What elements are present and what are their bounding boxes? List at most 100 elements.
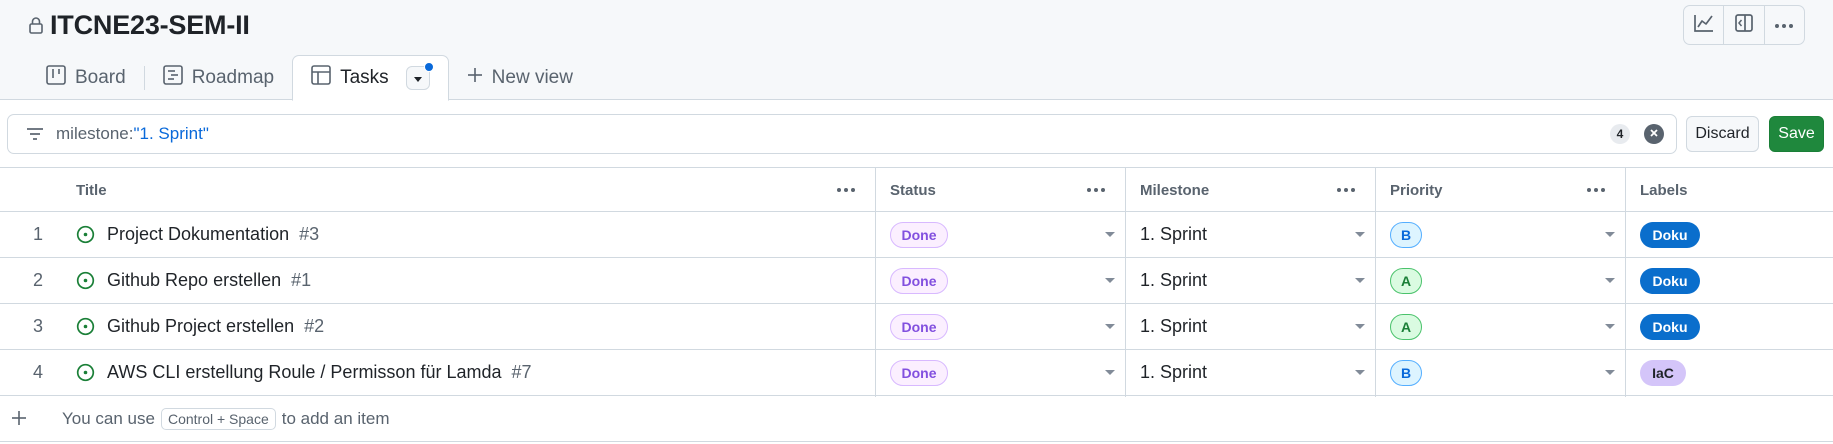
status-badge: Done — [890, 267, 948, 294]
priority-cell[interactable]: B — [1390, 212, 1422, 257]
filter-query-value: "1. Sprint" — [133, 124, 209, 143]
issue-number: #2 — [304, 316, 325, 336]
add-item-row[interactable]: You can use Control + Space to add an it… — [0, 396, 1833, 442]
priority-cell[interactable]: A — [1390, 258, 1422, 303]
priority-cell[interactable]: A — [1390, 304, 1422, 349]
column-header-priority[interactable]: Priority — [1376, 168, 1626, 212]
issue-title-link[interactable]: Github Project erstellen — [107, 316, 294, 337]
kebab-horizontal-icon — [1586, 180, 1606, 197]
priority-badge: B — [1390, 221, 1422, 248]
status-dropdown-icon[interactable] — [1105, 370, 1115, 375]
column-header-milestone[interactable]: Milestone — [1126, 168, 1376, 212]
discard-button[interactable]: Discard — [1686, 116, 1759, 152]
side-panel-button[interactable] — [1724, 6, 1765, 44]
filter-result-count: 4 — [1610, 124, 1630, 144]
issue-title-link[interactable]: Project Dokumentation — [107, 224, 289, 245]
save-button[interactable]: Save — [1769, 116, 1824, 152]
priority-cell[interactable]: B — [1390, 350, 1422, 395]
clear-filter-button[interactable] — [1644, 124, 1664, 144]
unsaved-changes-indicator — [423, 62, 434, 72]
issue-opened-icon — [76, 363, 95, 382]
priority-dropdown-icon[interactable] — [1605, 324, 1615, 329]
label-badge: IaC — [1640, 359, 1686, 386]
status-dropdown-icon[interactable] — [1105, 278, 1115, 283]
table-icon — [311, 65, 331, 91]
column-divider[interactable] — [1125, 167, 1126, 397]
insights-icon — [1693, 14, 1714, 37]
keyboard-shortcut: Control + Space — [160, 407, 276, 430]
column-header-status[interactable]: Status — [876, 168, 1126, 212]
table-row[interactable]: 2 Github Repo erstellen #1 Done 1. Sprin… — [0, 258, 1833, 304]
priority-dropdown-icon[interactable] — [1605, 278, 1615, 283]
column-header-labels[interactable]: Labels — [1626, 168, 1833, 212]
title-cell[interactable]: Project Dokumentation #3 — [76, 212, 319, 257]
issue-opened-icon — [76, 225, 95, 244]
status-dropdown-icon[interactable] — [1105, 232, 1115, 237]
milestone-dropdown-icon[interactable] — [1355, 278, 1365, 283]
view-options-button[interactable] — [405, 62, 434, 90]
column-divider[interactable] — [875, 167, 876, 397]
title-cell[interactable]: Github Repo erstellen #1 — [76, 258, 311, 303]
tab-roadmap-label: Roadmap — [191, 67, 275, 88]
add-item-suffix: to add an item — [281, 408, 390, 428]
tab-board[interactable]: Board — [28, 55, 144, 101]
row-number: 1 — [32, 224, 43, 244]
table-header: Title Status Milestone Priority Labels — [0, 167, 1833, 212]
table-row[interactable]: 4 AWS CLI erstellung Roule / Permisson f… — [0, 350, 1833, 396]
column-divider[interactable] — [1625, 167, 1626, 397]
milestone-dropdown-icon[interactable] — [1355, 324, 1365, 329]
status-cell[interactable]: Done — [890, 304, 948, 349]
milestone-cell[interactable]: 1. Sprint — [1140, 258, 1207, 303]
column-menu-button[interactable] — [1586, 180, 1606, 197]
labels-cell[interactable]: Doku — [1640, 258, 1700, 303]
title-cell[interactable]: AWS CLI erstellung Roule / Permisson für… — [76, 350, 532, 395]
filter-input[interactable]: milestone: "1. Sprint" 4 — [7, 114, 1677, 154]
header-actions — [1683, 5, 1805, 45]
insights-button[interactable] — [1684, 6, 1725, 44]
column-menu-button[interactable] — [836, 180, 856, 197]
new-view-button[interactable]: New view — [449, 55, 591, 101]
board-icon — [46, 65, 66, 91]
priority-dropdown-icon[interactable] — [1605, 370, 1615, 375]
milestone-cell[interactable]: 1. Sprint — [1140, 350, 1207, 395]
column-title-label: Title — [76, 181, 107, 199]
kebab-horizontal-icon — [836, 180, 856, 197]
priority-dropdown-icon[interactable] — [1605, 232, 1615, 237]
milestone-dropdown-icon[interactable] — [1355, 232, 1365, 237]
milestone-dropdown-icon[interactable] — [1355, 370, 1365, 375]
status-dropdown-icon[interactable] — [1105, 324, 1115, 329]
tab-board-label: Board — [75, 67, 126, 88]
labels-cell[interactable]: IaC — [1640, 350, 1686, 395]
lock-icon — [28, 16, 44, 34]
column-header-title[interactable]: Title — [62, 168, 876, 212]
column-menu-button[interactable] — [1086, 180, 1106, 197]
milestone-cell[interactable]: 1. Sprint — [1140, 304, 1207, 349]
add-item-prefix: You can use — [62, 408, 155, 428]
tab-roadmap[interactable]: Roadmap — [145, 55, 292, 101]
issue-number: #7 — [511, 362, 532, 382]
filter-icon — [26, 127, 44, 141]
tab-tasks[interactable]: Tasks — [292, 55, 449, 101]
title-cell[interactable]: Github Project erstellen #2 — [76, 304, 324, 349]
issue-title-link[interactable]: Github Repo erstellen — [107, 270, 281, 291]
more-options-button[interactable] — [1765, 6, 1804, 44]
row-number: 2 — [32, 270, 43, 290]
label-badge: Doku — [1640, 313, 1700, 340]
column-divider[interactable] — [1375, 167, 1376, 397]
labels-cell[interactable]: Doku — [1640, 212, 1700, 257]
priority-badge: B — [1390, 359, 1422, 386]
row-number: 3 — [32, 316, 43, 336]
table-row[interactable]: 1 Project Dokumentation #3 Done 1. Sprin… — [0, 212, 1833, 258]
column-menu-button[interactable] — [1336, 180, 1356, 197]
column-priority-label: Priority — [1390, 181, 1443, 199]
status-cell[interactable]: Done — [890, 212, 948, 257]
status-badge: Done — [890, 221, 948, 248]
status-cell[interactable]: Done — [890, 258, 948, 303]
issue-title-link[interactable]: AWS CLI erstellung Roule / Permisson für… — [107, 362, 502, 383]
labels-cell[interactable]: Doku — [1640, 304, 1700, 349]
plus-icon[interactable] — [10, 409, 28, 432]
status-cell[interactable]: Done — [890, 350, 948, 395]
table-row[interactable]: 3 Github Project erstellen #2 Done 1. Sp… — [0, 304, 1833, 350]
column-status-label: Status — [890, 181, 936, 199]
milestone-cell[interactable]: 1. Sprint — [1140, 212, 1207, 257]
